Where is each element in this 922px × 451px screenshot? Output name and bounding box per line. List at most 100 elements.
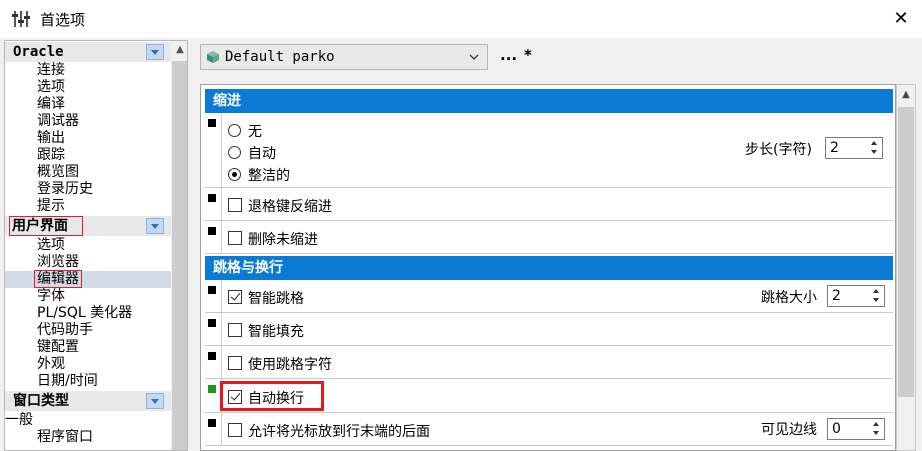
nav-item-key-config[interactable]: 键配置 xyxy=(37,339,79,356)
chevron-down-icon xyxy=(469,54,479,60)
red-highlight-box xyxy=(220,381,324,411)
delete-unindent-row: 删除未缩进 xyxy=(205,221,893,254)
section-header-tabs-wrap: 跳格与换行 xyxy=(205,256,893,280)
spin-up-icon[interactable] xyxy=(870,420,883,429)
scroll-up-icon[interactable]: ▲ xyxy=(171,41,187,59)
checkbox-use-tab-char[interactable] xyxy=(228,356,242,370)
spin-up-icon[interactable] xyxy=(870,287,883,296)
settings-scrollbar-thumb[interactable] xyxy=(898,107,914,397)
chevron-down-icon[interactable] xyxy=(146,218,164,234)
step-size-value: 2 xyxy=(830,140,839,156)
tab-size-label: 跳格大小 xyxy=(761,290,817,306)
step-size-label: 步长(字符) xyxy=(745,142,812,158)
checkbox-cursor-after-eol[interactable] xyxy=(228,423,242,437)
nav-item-date-time[interactable]: 日期/时间 xyxy=(37,373,98,390)
tab-size-spinner[interactable]: 2 xyxy=(827,285,885,307)
spin-down-icon[interactable] xyxy=(870,296,883,305)
visible-margin-value: 0 xyxy=(832,421,841,437)
more-button[interactable]: ... xyxy=(500,46,517,64)
row-marker-changed xyxy=(208,385,216,393)
nav-scrollbar[interactable]: ▲ xyxy=(171,41,187,450)
label-use-tab-char: 使用跳格字符 xyxy=(248,357,332,373)
row-divider xyxy=(221,280,222,312)
row-marker xyxy=(208,194,216,202)
nav-item-options[interactable]: 选项 xyxy=(37,79,65,96)
profile-selected-value: Default parko xyxy=(225,49,335,65)
row-marker xyxy=(208,286,216,294)
chevron-down-icon[interactable] xyxy=(146,393,164,409)
nav-item-plsql-beautifier[interactable]: PL/SQL 美化器 xyxy=(37,305,132,322)
nav-group-window-types[interactable]: 窗口类型 xyxy=(5,391,171,411)
nav-item-connection[interactable]: 连接 xyxy=(37,62,65,79)
use-tab-char-row: 使用跳格字符 xyxy=(205,346,893,379)
chevron-down-icon[interactable] xyxy=(146,44,164,60)
row-marker xyxy=(208,227,216,235)
scroll-up-icon[interactable]: ▲ xyxy=(897,85,915,105)
nav-item-selected-highlight xyxy=(5,271,171,288)
row-divider xyxy=(221,221,222,253)
profile-dropdown[interactable]: Default parko xyxy=(200,44,488,70)
row-divider xyxy=(221,346,222,378)
step-size-spinner[interactable]: 2 xyxy=(825,137,883,159)
row-marker xyxy=(208,352,216,360)
row-marker xyxy=(208,119,216,127)
smart-tab-row: 智能跳格 跳格大小 2 xyxy=(205,280,893,313)
indent-mode-row: 无 自动 整洁的 步长(字符) 2 xyxy=(205,113,893,188)
nav-item-fonts[interactable]: 字体 xyxy=(37,288,65,305)
nav-item-overview[interactable]: 概览图 xyxy=(37,164,79,181)
nav-item-program-window[interactable]: 程序窗口 xyxy=(37,429,93,446)
visible-margin-label: 可见边线 xyxy=(761,422,817,438)
nav-item-compile[interactable]: 编译 xyxy=(37,96,65,113)
window-title: 首选项 xyxy=(40,11,86,29)
preferences-nav-tree: Oracle 连接 选项 编译 调试器 输出 跟踪 概览图 登录历史 提示 用户… xyxy=(4,40,188,451)
checkbox-backspace-unindent[interactable] xyxy=(228,198,242,212)
row-marker xyxy=(208,419,216,427)
row-divider xyxy=(221,188,222,220)
nav-item-login-history[interactable]: 登录历史 xyxy=(37,181,93,198)
checkbox-smart-fill[interactable] xyxy=(228,323,242,337)
radio-label-none: 无 xyxy=(248,124,262,140)
label-smart-tab: 智能跳格 xyxy=(248,291,304,307)
nav-item-output[interactable]: 输出 xyxy=(37,130,65,147)
nav-item-browser[interactable]: 浏览器 xyxy=(37,254,79,271)
nav-item-ui-options[interactable]: 选项 xyxy=(37,237,65,254)
radio-label-auto: 自动 xyxy=(248,146,276,162)
nav-item-editor[interactable]: 编辑器 xyxy=(34,270,82,288)
editor-settings-panel: 缩进 无 自动 整洁的 步长(字符) 2 退格键反缩进 删除未缩进 跳格与换行 … xyxy=(200,84,896,451)
radio-indent-neat[interactable] xyxy=(228,168,241,181)
radio-label-neat: 整洁的 xyxy=(248,168,290,184)
title-bar: 首选项 ✕ xyxy=(0,0,922,38)
nav-item-trace[interactable]: 跟踪 xyxy=(37,147,65,164)
visible-margin-spinner[interactable]: 0 xyxy=(827,418,885,440)
cursor-after-eol-row: 允许将光标放到行末端的后面 可见边线 0 xyxy=(205,413,893,446)
nav-item-code-assistant[interactable]: 代码助手 xyxy=(37,322,93,339)
nav-group-user-interface[interactable]: 用户界面 xyxy=(5,216,171,236)
nav-item-appearance[interactable]: 外观 xyxy=(37,356,65,373)
nav-scrollbar-thumb[interactable] xyxy=(172,61,187,450)
radio-indent-none[interactable] xyxy=(228,124,241,137)
label-cursor-after-eol: 允许将光标放到行末端的后面 xyxy=(248,424,430,440)
checkbox-delete-unindent[interactable] xyxy=(228,231,242,245)
smart-fill-row: 智能填充 xyxy=(205,313,893,346)
cube-icon xyxy=(207,51,219,63)
close-icon: ✕ xyxy=(893,8,909,29)
auto-wrap-row: 自动换行 xyxy=(205,379,893,413)
nav-item-debugger[interactable]: 调试器 xyxy=(37,113,79,130)
spin-up-icon[interactable] xyxy=(868,139,881,148)
label-backspace-unindent: 退格键反缩进 xyxy=(248,199,332,215)
close-button[interactable]: ✕ xyxy=(880,0,922,38)
nav-item-hints[interactable]: 提示 xyxy=(37,198,65,215)
radio-indent-auto[interactable] xyxy=(228,146,241,159)
checkbox-smart-tab[interactable] xyxy=(228,290,242,304)
nav-item-general[interactable]: 一般 xyxy=(5,412,33,429)
label-delete-unindent: 删除未缩进 xyxy=(248,232,318,248)
tab-size-value: 2 xyxy=(832,288,841,304)
nav-group-oracle[interactable]: Oracle xyxy=(5,42,171,62)
spin-down-icon[interactable] xyxy=(868,148,881,157)
section-header-indent: 缩进 xyxy=(205,89,893,113)
preferences-app-icon xyxy=(12,11,30,27)
star-button[interactable]: * xyxy=(524,46,532,64)
label-smart-fill: 智能填充 xyxy=(248,324,304,340)
settings-scrollbar[interactable]: ▲ xyxy=(896,84,916,451)
spin-down-icon[interactable] xyxy=(870,429,883,438)
